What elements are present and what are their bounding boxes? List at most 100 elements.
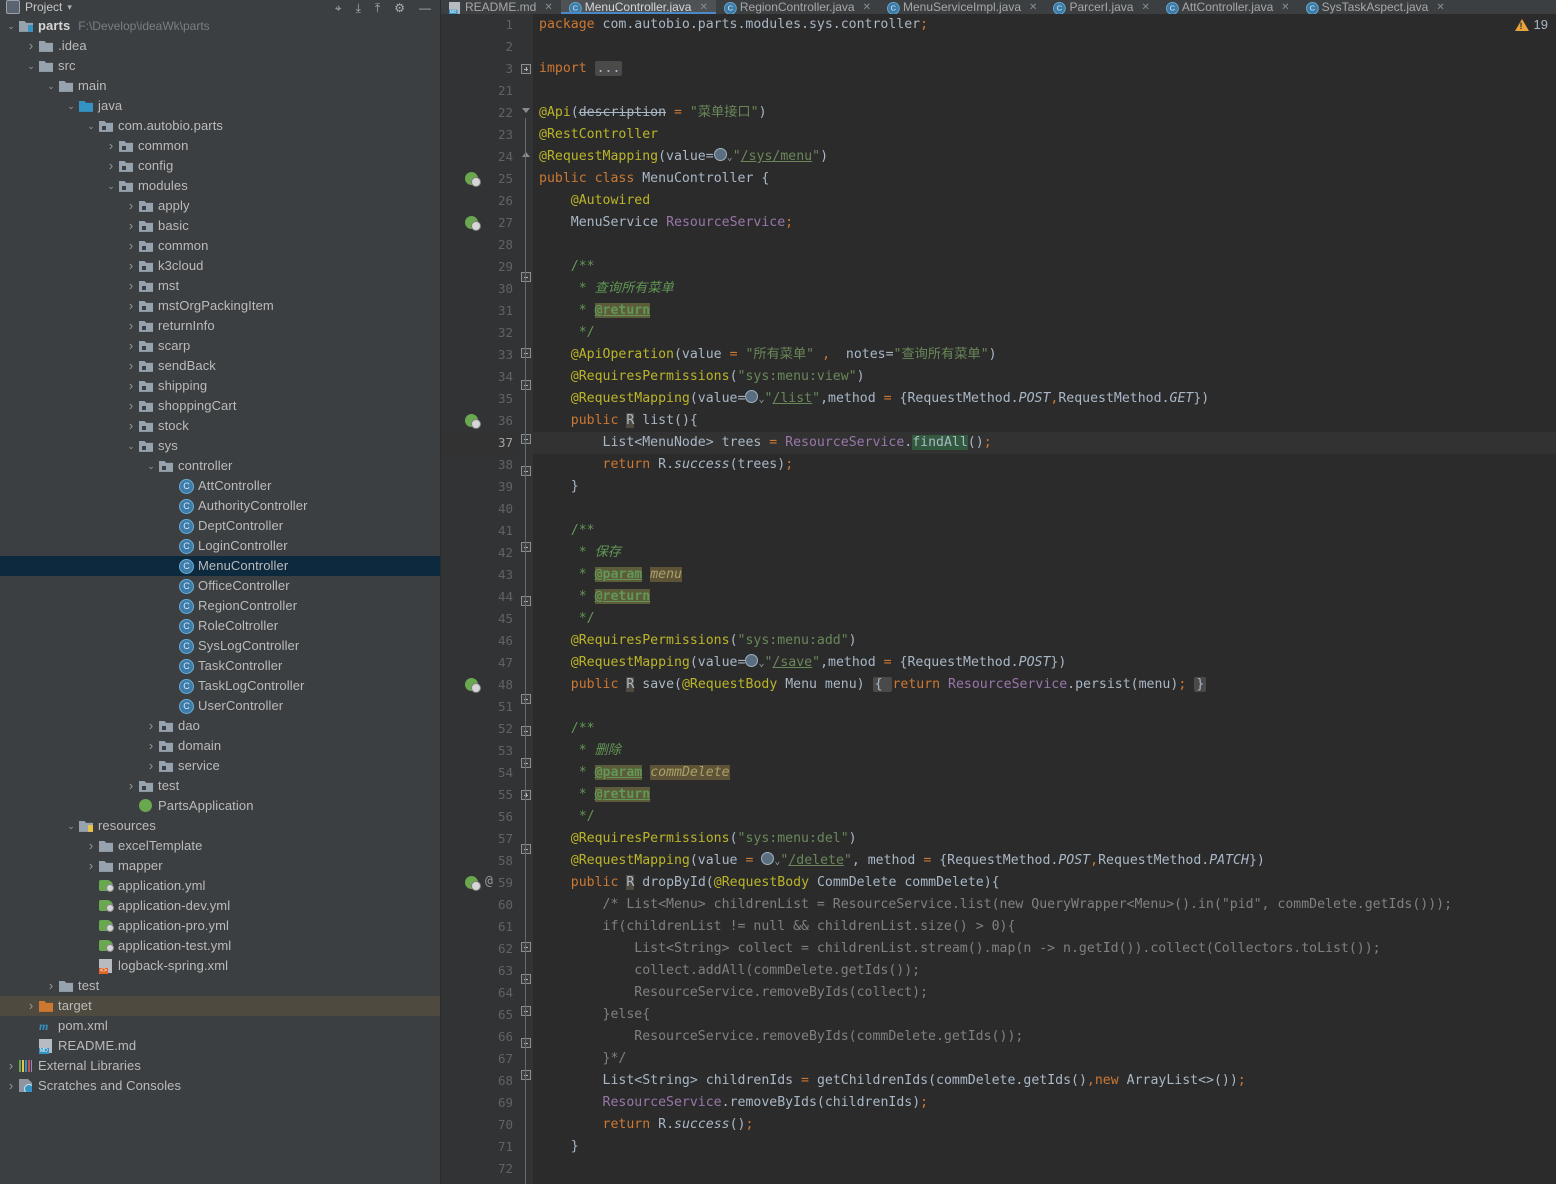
line-number[interactable]: 68 (441, 1070, 519, 1092)
code-line[interactable] (533, 696, 1556, 718)
tree-item-com-autobio-parts[interactable]: ⌄ com.autobio.parts (0, 116, 441, 136)
chevron-down-icon[interactable]: ⌄ (44, 76, 58, 96)
code-line[interactable]: return R.success(); (533, 1114, 1556, 1136)
chevron-down-icon[interactable]: ⌄ (84, 116, 98, 136)
line-number[interactable]: 54 (441, 762, 519, 784)
chevron-right-icon[interactable]: › (24, 996, 38, 1016)
chevron-down-icon[interactable]: ▾ (67, 2, 72, 13)
tree-item-common[interactable]: › common (0, 236, 441, 256)
chevron-right-icon[interactable]: › (84, 856, 98, 876)
code-line[interactable]: @RequestMapping(value= ⌄"/sys/menu") (533, 146, 1556, 168)
fold-collapse-end-icon[interactable] (521, 1006, 531, 1016)
code-line[interactable]: @RequestMapping(value= ⌄"/list",method = … (533, 388, 1556, 410)
line-number[interactable]: 29 (441, 256, 519, 278)
line-number[interactable]: 47 (441, 652, 519, 674)
fold-collapse-icon[interactable] (521, 844, 531, 854)
tree-item-authoritycontroller[interactable]: ·C AuthorityController (0, 496, 441, 516)
line-number[interactable]: 51 (441, 696, 519, 718)
tree-item-target[interactable]: › target (0, 996, 441, 1016)
tree-item-test[interactable]: › test (0, 776, 441, 796)
chevron-right-icon[interactable]: › (124, 296, 138, 316)
code-line[interactable]: /* List<Menu> childrenList = ResourceSer… (533, 894, 1556, 916)
collapse-all-icon[interactable]: ⤓ (356, 2, 361, 14)
fold-collapse-end-icon[interactable] (521, 348, 531, 358)
tree-item-mst[interactable]: › mst (0, 276, 441, 296)
code-line[interactable]: @Autowired (533, 190, 1556, 212)
spring-bean-gutter-icon[interactable] (465, 678, 481, 693)
fold-arrow-up-icon[interactable] (522, 152, 530, 157)
tree-item-application-dev-yml[interactable]: · application-dev.yml (0, 896, 441, 916)
line-number[interactable]: 46 (441, 630, 519, 652)
line-number[interactable]: 70 (441, 1114, 519, 1136)
chevron-right-icon[interactable]: › (124, 216, 138, 236)
code-line[interactable] (533, 36, 1556, 58)
fold-collapse-icon[interactable] (521, 466, 531, 476)
tree-item-regioncontroller[interactable]: ·C RegionController (0, 596, 441, 616)
tree-item-src[interactable]: ⌄ src (0, 56, 441, 76)
chevron-down-icon[interactable]: ⌄ (4, 16, 18, 36)
spring-bean-gutter-icon[interactable] (465, 876, 481, 891)
code-line[interactable]: @RequestMapping(value= ⌄"/save",method = … (533, 652, 1556, 674)
code-line[interactable]: } (533, 476, 1556, 498)
code-line[interactable]: * @param commDelete (533, 762, 1556, 784)
code-line[interactable]: * @return (533, 300, 1556, 322)
fold-expand-icon[interactable] (521, 790, 531, 800)
code-line[interactable]: List<MenuNode> trees = ResourceService.f… (533, 432, 1556, 454)
code-line[interactable]: */ (533, 806, 1556, 828)
code-line[interactable]: * @return (533, 586, 1556, 608)
line-number[interactable]: 58 (441, 850, 519, 872)
code-line[interactable]: /** (533, 256, 1556, 278)
tree-item-config[interactable]: › config (0, 156, 441, 176)
line-number[interactable]: 59 @ (441, 872, 519, 894)
line-number[interactable]: 69 (441, 1092, 519, 1114)
tree-item-readme-md[interactable]: · README.md (0, 1036, 441, 1056)
tree-item-usercontroller[interactable]: ·C UserController (0, 696, 441, 716)
line-number[interactable]: 3 (441, 58, 519, 80)
tree-item-partsapplication[interactable]: · PartsApplication (0, 796, 441, 816)
line-number[interactable]: 61 (441, 916, 519, 938)
line-number[interactable]: 31 (441, 300, 519, 322)
tree-item-test[interactable]: › test (0, 976, 441, 996)
tree-item-scratches-and-consoles[interactable]: › Scratches and Consoles (0, 1076, 441, 1096)
line-number[interactable]: 35 (441, 388, 519, 410)
code-line[interactable]: ResourceService.removeByIds(collect); (533, 982, 1556, 1004)
code-line[interactable]: /** (533, 520, 1556, 542)
line-number[interactable]: 66 (441, 1026, 519, 1048)
chevron-right-icon[interactable]: › (24, 36, 38, 56)
code-line[interactable]: package com.autobio.parts.modules.sys.co… (533, 14, 1556, 36)
tree-item-logincontroller[interactable]: ·C LoginController (0, 536, 441, 556)
tree-item-officecontroller[interactable]: ·C OfficeController (0, 576, 441, 596)
line-number[interactable]: 44 (441, 586, 519, 608)
chevron-right-icon[interactable]: › (124, 236, 138, 256)
code-line[interactable]: public R dropById(@RequestBody CommDelet… (533, 872, 1556, 894)
line-number[interactable]: 23 (441, 124, 519, 146)
line-number[interactable]: 2 (441, 36, 519, 58)
chevron-right-icon[interactable]: › (124, 336, 138, 356)
code-line[interactable]: return R.success(trees); (533, 454, 1556, 476)
hide-icon[interactable]: — (419, 2, 431, 14)
line-number[interactable]: 57 (441, 828, 519, 850)
line-number[interactable]: 1 (441, 14, 519, 36)
tree-item-scarp[interactable]: › scarp (0, 336, 441, 356)
tree-item-deptcontroller[interactable]: ·C DeptController (0, 516, 441, 536)
code-line[interactable]: @RequiresPermissions("sys:menu:view") (533, 366, 1556, 388)
line-number[interactable]: 26 (441, 190, 519, 212)
tree-item-external-libraries[interactable]: › External Libraries (0, 1056, 441, 1076)
tree-item-service[interactable]: › service (0, 756, 441, 776)
tab-parceri-java[interactable]: C ParcerI.java ✕ (1045, 0, 1157, 14)
code-line[interactable]: public class MenuController { (533, 168, 1556, 190)
tree-item-common[interactable]: › common (0, 136, 441, 156)
tree-item-shipping[interactable]: › shipping (0, 376, 441, 396)
tree-item-mapper[interactable]: › mapper (0, 856, 441, 876)
tree-item-k3cloud[interactable]: › k3cloud (0, 256, 441, 276)
chevron-right-icon[interactable]: › (124, 256, 138, 276)
tree-item-modules[interactable]: ⌄ modules (0, 176, 441, 196)
project-tree[interactable]: ⌄ parts F:\Develop\ideaWk\parts › .idea ⌄ src ⌄… (0, 14, 441, 1184)
line-number[interactable]: 28 (441, 234, 519, 256)
chevron-down-icon[interactable]: ⌄ (64, 816, 78, 836)
tree-item-tasklogcontroller[interactable]: ·C TaskLogController (0, 676, 441, 696)
chevron-right-icon[interactable]: › (144, 756, 158, 776)
fold-collapse-icon[interactable] (521, 1070, 531, 1080)
chevron-down-icon[interactable]: ⌄ (24, 56, 38, 76)
code-line[interactable]: @RequiresPermissions("sys:menu:del") (533, 828, 1556, 850)
